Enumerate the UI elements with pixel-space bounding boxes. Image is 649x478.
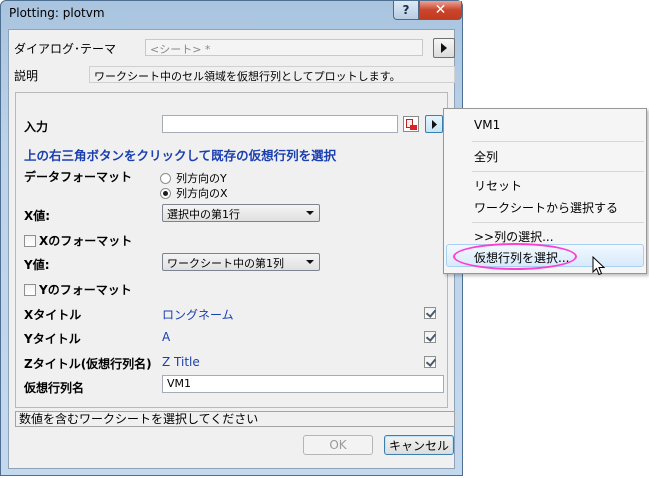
vm-name-field[interactable]: VM1 xyxy=(162,375,444,393)
close-icon: ✕ xyxy=(434,2,447,18)
y-format-option[interactable]: Yのフォーマット xyxy=(24,281,132,298)
menu-item-reset[interactable]: リセット xyxy=(474,177,522,194)
help-icon: ? xyxy=(402,3,410,17)
description-field: ワークシート中のセル領域を仮想行列としてプロットします。 xyxy=(89,66,455,83)
radio-columns-x[interactable]: 列方向のX xyxy=(160,185,228,201)
dialog-window: Plotting: plotvm ? ✕ ダイアログ･テーマ <シート> * 説… xyxy=(0,0,463,476)
triangle-right-icon xyxy=(431,119,437,129)
x-title-checkbox[interactable] xyxy=(424,307,436,319)
input-popup-menu: VM1 全列 リセット ワークシートから選択する >>列の選択... 仮想行列を… xyxy=(443,108,647,274)
cancel-button[interactable]: キャンセル xyxy=(384,435,454,455)
radio-columns-x-label: 列方向のX xyxy=(176,187,228,200)
vm-name-label: 仮想行列名 xyxy=(24,381,85,395)
x-format-option[interactable]: Xのフォーマット xyxy=(24,232,132,249)
x-value-dropdown[interactable]: 選択中の第1行 xyxy=(162,204,320,222)
radio-button-checked[interactable] xyxy=(160,187,171,199)
description-label: 説明 xyxy=(14,69,39,83)
title-bar[interactable]: Plotting: plotvm ? ✕ xyxy=(1,1,462,27)
y-value-selected: ワークシート中の第1列 xyxy=(167,257,284,270)
triangle-right-icon xyxy=(441,43,447,53)
menu-item-all-columns[interactable]: 全列 xyxy=(474,148,498,165)
x-format-checkbox[interactable] xyxy=(24,234,36,247)
z-title-value[interactable]: Z Title xyxy=(162,355,200,369)
x-value-label: X値: xyxy=(24,209,51,223)
menu-separator xyxy=(472,222,644,223)
z-title-label: Zタイトル(仮想行列名) xyxy=(24,357,152,371)
close-button[interactable]: ✕ xyxy=(419,1,462,20)
theme-menu-button[interactable] xyxy=(433,38,455,58)
mouse-cursor-icon xyxy=(592,256,605,276)
z-title-checkbox[interactable] xyxy=(424,356,436,368)
menu-item-vm1[interactable]: VM1 xyxy=(474,118,500,132)
y-format-label: Yのフォーマット xyxy=(39,283,132,297)
radio-columns-y-label: 列方向のY xyxy=(176,172,227,185)
y-title-label: Yタイトル xyxy=(24,332,81,346)
y-title-value[interactable]: A xyxy=(162,330,170,344)
y-title-checkbox[interactable] xyxy=(424,331,436,343)
radio-columns-y[interactable]: 列方向のY xyxy=(160,170,227,186)
status-bar: 数値を含むワークシートを選択してください xyxy=(15,411,455,427)
menu-item-select-from-worksheet[interactable]: ワークシートから選択する xyxy=(474,199,618,216)
chevron-down-icon xyxy=(306,211,314,215)
y-value-label: Y値: xyxy=(24,258,50,272)
radio-button-unchecked[interactable] xyxy=(160,172,171,184)
theme-label: ダイアログ･テーマ xyxy=(14,42,117,56)
hint-text: 上の右三角ボタンをクリックして既存の仮想行列を選択 xyxy=(24,148,337,163)
menu-separator xyxy=(472,141,644,142)
input-field[interactable] xyxy=(162,115,398,133)
input-menu-button[interactable] xyxy=(425,115,443,133)
help-button[interactable]: ? xyxy=(393,1,419,20)
menu-item-select-virtual-matrix[interactable]: 仮想行列を選択... xyxy=(474,249,569,266)
input-label: 入力 xyxy=(24,120,49,134)
y-value-dropdown[interactable]: ワークシート中の第1列 xyxy=(162,253,320,271)
x-format-label: Xのフォーマット xyxy=(39,234,133,248)
x-value-selected: 選択中の第1行 xyxy=(167,208,240,221)
range-picker-icon[interactable] xyxy=(403,116,419,132)
x-title-value[interactable]: ロングネーム xyxy=(162,306,234,323)
window-title: Plotting: plotvm xyxy=(9,6,105,20)
y-format-checkbox[interactable] xyxy=(24,283,36,296)
menu-separator xyxy=(472,171,644,172)
ok-button[interactable]: OK xyxy=(303,435,373,455)
dialog-client-area: ダイアログ･テーマ <シート> * 説明 ワークシート中のセル領域を仮想行列とし… xyxy=(8,29,455,469)
menu-item-select-columns[interactable]: >>列の選択... xyxy=(474,228,554,245)
options-group: 入力 上の右三角ボタンをクリックして既存の仮想行列を選択 データフォーマット 列… xyxy=(15,92,448,408)
theme-field[interactable]: <シート> * xyxy=(145,39,423,56)
x-title-label: Xタイトル xyxy=(24,308,82,322)
chevron-down-icon xyxy=(306,260,314,264)
data-format-label: データフォーマット xyxy=(24,170,133,184)
